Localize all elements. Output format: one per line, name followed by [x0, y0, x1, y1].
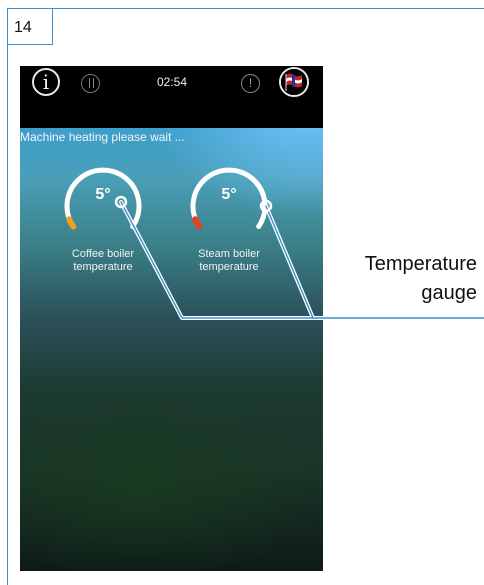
temperature-gauge-callout: Temperature gauge [365, 250, 477, 308]
callout-line2: gauge [421, 282, 477, 304]
callout-line1: Temperature [364, 253, 477, 275]
